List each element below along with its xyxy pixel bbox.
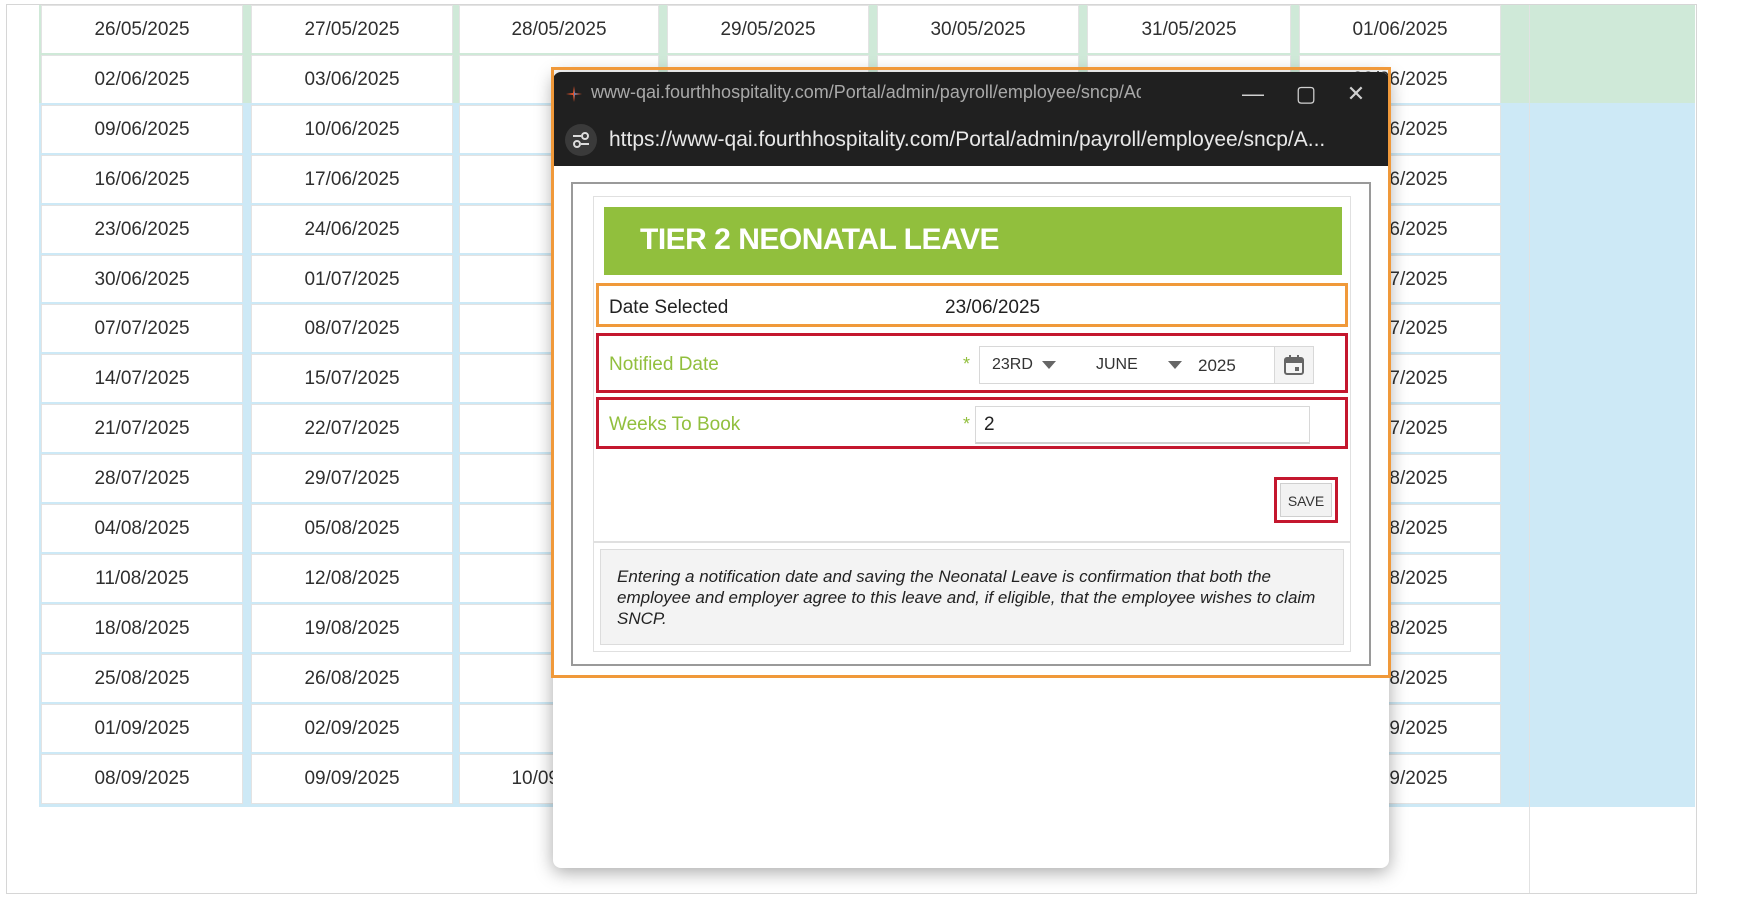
popup-window: www-qai.fourthhospitality.com/Portal/adm… <box>553 72 1389 868</box>
calendar-day-cell[interactable]: 22/07/2025 <box>251 404 453 455</box>
calendar-day-cell[interactable]: 14/07/2025 <box>41 354 243 405</box>
address-bar: https://www-qai.fourthhospitality.com/Po… <box>553 116 1389 166</box>
calendar-week-row: 26/05/2025 27/05/2025 28/05/2025 29/05/2025… <box>33 5 1696 58</box>
calendar-day-cell[interactable]: 15/07/2025 <box>251 354 453 405</box>
date-selected-value: 23/06/2025 <box>945 297 1041 318</box>
save-highlight: SAVE <box>1274 477 1338 523</box>
maximize-icon[interactable]: ▢ <box>1286 78 1326 110</box>
calendar-day-cell[interactable]: 09/09/2025 <box>251 753 453 804</box>
calendar-day-cell[interactable]: 01/09/2025 <box>41 703 243 754</box>
calendar-day-cell[interactable]: 29/07/2025 <box>251 454 453 505</box>
calendar-day-cell[interactable]: 05/08/2025 <box>251 504 453 554</box>
calendar-day-cell[interactable]: 21/07/2025 <box>41 404 243 455</box>
calendar-button[interactable] <box>1274 347 1313 383</box>
calendar-day-cell[interactable]: 28/05/2025 <box>459 5 659 55</box>
popup-title: www-qai.fourthhospitality.com/Portal/adm… <box>591 82 1141 102</box>
divider <box>1529 5 1530 893</box>
notified-date-picker: 23RD JUNE 2025 <box>979 346 1314 384</box>
calendar-day-cell[interactable]: 16/06/2025 <box>41 154 243 205</box>
confirmation-note: Entering a notification date and saving … <box>600 549 1344 645</box>
calendar-day-cell[interactable]: 12/08/2025 <box>251 553 453 604</box>
day-select[interactable]: 23RD <box>992 356 1033 374</box>
calendar-day-cell[interactable]: 17/06/2025 <box>251 154 453 205</box>
calendar-day-cell[interactable]: 30/05/2025 <box>877 5 1079 55</box>
notified-date-label: Notified Date <box>609 354 719 375</box>
leave-form: TIER 2 NEONATAL LEAVE Date Selected 23/0… <box>593 196 1351 542</box>
dropdown-caret-icon[interactable] <box>1042 361 1056 369</box>
calendar-day-cell[interactable]: 08/09/2025 <box>41 753 243 804</box>
weeks-to-book-row: Weeks To Book * <box>596 397 1348 449</box>
minimize-icon[interactable]: — <box>1233 78 1273 110</box>
calendar-day-cell[interactable]: 11/08/2025 <box>41 553 243 604</box>
calendar-day-cell[interactable]: 10/06/2025 <box>251 104 453 155</box>
year-input[interactable]: 2025 <box>1198 356 1236 376</box>
calendar-day-cell[interactable]: 29/05/2025 <box>667 5 869 55</box>
leave-panel: TIER 2 NEONATAL LEAVE Date Selected 23/0… <box>571 182 1371 666</box>
date-selected-label: Date Selected <box>609 297 729 318</box>
calendar-day-cell[interactable]: 03/06/2025 <box>251 54 453 105</box>
calendar-day-cell[interactable]: 02/09/2025 <box>251 703 453 754</box>
weeks-to-book-label: Weeks To Book <box>609 414 741 435</box>
tune-icon <box>573 132 589 148</box>
weeks-to-book-input[interactable] <box>975 406 1310 444</box>
required-marker: * <box>963 414 971 434</box>
calendar-day-cell[interactable]: 07/07/2025 <box>41 304 243 355</box>
calendar-day-cell[interactable]: 01/07/2025 <box>251 254 453 305</box>
calendar-day-cell[interactable]: 23/06/2025 <box>41 204 243 255</box>
calendar-day-cell[interactable]: 26/05/2025 <box>41 5 243 55</box>
calendar-icon <box>1284 355 1304 375</box>
address-url[interactable]: https://www-qai.fourthhospitality.com/Po… <box>609 128 1369 152</box>
calendar-day-cell[interactable]: 31/05/2025 <box>1087 5 1291 55</box>
calendar-day-cell[interactable]: 04/08/2025 <box>41 504 243 554</box>
save-button[interactable]: SAVE <box>1280 483 1332 517</box>
form-title: TIER 2 NEONATAL LEAVE <box>640 223 999 256</box>
app-favicon-icon <box>566 86 582 102</box>
form-header: TIER 2 NEONATAL LEAVE <box>604 207 1342 275</box>
month-select[interactable]: JUNE <box>1096 356 1138 374</box>
calendar-day-cell[interactable]: 28/07/2025 <box>41 454 243 505</box>
calendar-day-cell[interactable]: 02/06/2025 <box>41 54 243 105</box>
date-selected-row: Date Selected 23/06/2025 <box>596 283 1348 327</box>
calendar-day-cell[interactable]: 27/05/2025 <box>251 5 453 55</box>
close-icon[interactable]: ✕ <box>1336 78 1376 110</box>
notified-date-row: Notified Date * 23RD JUNE 2025 <box>596 333 1348 393</box>
required-marker: * <box>963 354 971 374</box>
site-settings-button[interactable] <box>565 124 597 156</box>
calendar-day-cell[interactable]: 30/06/2025 <box>41 254 243 305</box>
popup-titlebar: www-qai.fourthhospitality.com/Portal/adm… <box>553 72 1389 116</box>
dropdown-caret-icon[interactable] <box>1168 361 1182 369</box>
calendar-day-cell[interactable]: 26/08/2025 <box>251 653 453 704</box>
calendar-day-cell[interactable]: 19/08/2025 <box>251 603 453 654</box>
calendar-day-cell[interactable]: 08/07/2025 <box>251 304 453 355</box>
calendar-day-cell[interactable]: 01/06/2025 <box>1299 5 1501 55</box>
calendar-day-cell[interactable]: 25/08/2025 <box>41 653 243 704</box>
note-container: Entering a notification date and saving … <box>593 542 1351 652</box>
calendar-day-cell[interactable]: 18/08/2025 <box>41 603 243 654</box>
calendar-day-cell[interactable]: 24/06/2025 <box>251 204 453 255</box>
calendar-day-cell[interactable]: 09/06/2025 <box>41 104 243 155</box>
